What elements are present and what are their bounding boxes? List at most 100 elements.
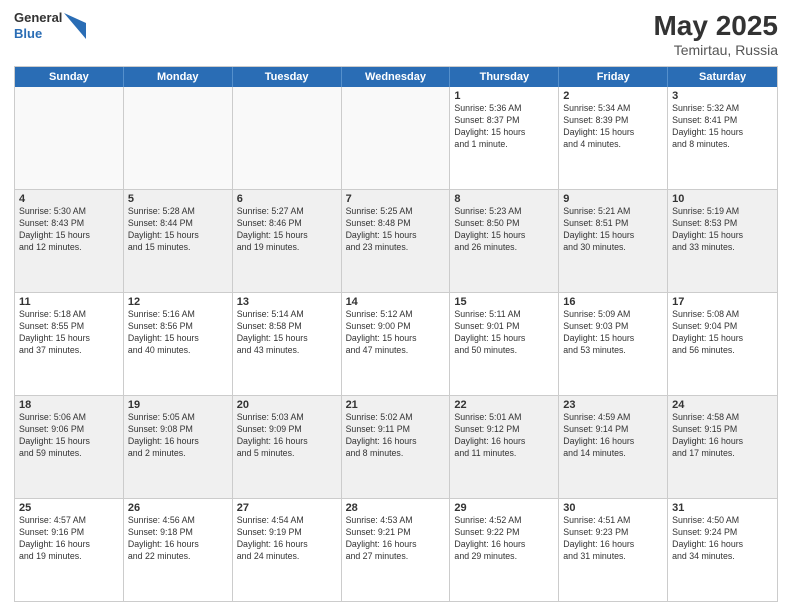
day-number: 6 [237, 193, 337, 205]
cell-info: Sunrise: 5:03 AM Sunset: 9:09 PM Dayligh… [237, 412, 337, 460]
day-number: 23 [563, 399, 663, 411]
calendar-cell: 19Sunrise: 5:05 AM Sunset: 9:08 PM Dayli… [124, 396, 233, 498]
calendar-cell: 18Sunrise: 5:06 AM Sunset: 9:06 PM Dayli… [15, 396, 124, 498]
calendar-cell: 7Sunrise: 5:25 AM Sunset: 8:48 PM Daylig… [342, 190, 451, 292]
logo-text: General Blue [14, 10, 62, 41]
cell-info: Sunrise: 4:57 AM Sunset: 9:16 PM Dayligh… [19, 515, 119, 563]
cell-info: Sunrise: 5:36 AM Sunset: 8:37 PM Dayligh… [454, 103, 554, 151]
cell-info: Sunrise: 5:25 AM Sunset: 8:48 PM Dayligh… [346, 206, 446, 254]
header: General Blue May 2025 Temirtau, Russia [14, 10, 778, 58]
calendar-cell: 11Sunrise: 5:18 AM Sunset: 8:55 PM Dayli… [15, 293, 124, 395]
calendar-row-1: 1Sunrise: 5:36 AM Sunset: 8:37 PM Daylig… [15, 87, 777, 190]
calendar-cell: 5Sunrise: 5:28 AM Sunset: 8:44 PM Daylig… [124, 190, 233, 292]
day-number: 26 [128, 502, 228, 514]
day-number: 25 [19, 502, 119, 514]
cell-info: Sunrise: 4:58 AM Sunset: 9:15 PM Dayligh… [672, 412, 773, 460]
calendar-cell [124, 87, 233, 189]
day-number: 30 [563, 502, 663, 514]
calendar-cell: 27Sunrise: 4:54 AM Sunset: 9:19 PM Dayli… [233, 499, 342, 601]
cell-info: Sunrise: 5:27 AM Sunset: 8:46 PM Dayligh… [237, 206, 337, 254]
cell-info: Sunrise: 5:01 AM Sunset: 9:12 PM Dayligh… [454, 412, 554, 460]
calendar-cell: 2Sunrise: 5:34 AM Sunset: 8:39 PM Daylig… [559, 87, 668, 189]
cell-info: Sunrise: 5:18 AM Sunset: 8:55 PM Dayligh… [19, 309, 119, 357]
cell-info: Sunrise: 4:52 AM Sunset: 9:22 PM Dayligh… [454, 515, 554, 563]
cell-info: Sunrise: 5:30 AM Sunset: 8:43 PM Dayligh… [19, 206, 119, 254]
calendar-cell: 20Sunrise: 5:03 AM Sunset: 9:09 PM Dayli… [233, 396, 342, 498]
cell-info: Sunrise: 5:28 AM Sunset: 8:44 PM Dayligh… [128, 206, 228, 254]
calendar-cell: 30Sunrise: 4:51 AM Sunset: 9:23 PM Dayli… [559, 499, 668, 601]
cell-info: Sunrise: 5:34 AM Sunset: 8:39 PM Dayligh… [563, 103, 663, 151]
cell-info: Sunrise: 5:19 AM Sunset: 8:53 PM Dayligh… [672, 206, 773, 254]
weekday-monday: Monday [124, 67, 233, 87]
calendar-row-3: 11Sunrise: 5:18 AM Sunset: 8:55 PM Dayli… [15, 293, 777, 396]
calendar-cell: 23Sunrise: 4:59 AM Sunset: 9:14 PM Dayli… [559, 396, 668, 498]
page: General Blue May 2025 Temirtau, Russia S… [0, 0, 792, 612]
calendar-cell: 29Sunrise: 4:52 AM Sunset: 9:22 PM Dayli… [450, 499, 559, 601]
calendar-cell [342, 87, 451, 189]
calendar-cell: 12Sunrise: 5:16 AM Sunset: 8:56 PM Dayli… [124, 293, 233, 395]
calendar-cell: 9Sunrise: 5:21 AM Sunset: 8:51 PM Daylig… [559, 190, 668, 292]
cell-info: Sunrise: 5:09 AM Sunset: 9:03 PM Dayligh… [563, 309, 663, 357]
logo: General Blue [14, 10, 86, 41]
calendar-cell: 16Sunrise: 5:09 AM Sunset: 9:03 PM Dayli… [559, 293, 668, 395]
calendar-cell: 6Sunrise: 5:27 AM Sunset: 8:46 PM Daylig… [233, 190, 342, 292]
day-number: 18 [19, 399, 119, 411]
cell-info: Sunrise: 5:08 AM Sunset: 9:04 PM Dayligh… [672, 309, 773, 357]
cell-info: Sunrise: 5:11 AM Sunset: 9:01 PM Dayligh… [454, 309, 554, 357]
cell-info: Sunrise: 5:02 AM Sunset: 9:11 PM Dayligh… [346, 412, 446, 460]
calendar-row-4: 18Sunrise: 5:06 AM Sunset: 9:06 PM Dayli… [15, 396, 777, 499]
calendar-cell: 24Sunrise: 4:58 AM Sunset: 9:15 PM Dayli… [668, 396, 777, 498]
day-number: 11 [19, 296, 119, 308]
calendar-cell: 25Sunrise: 4:57 AM Sunset: 9:16 PM Dayli… [15, 499, 124, 601]
cell-info: Sunrise: 5:16 AM Sunset: 8:56 PM Dayligh… [128, 309, 228, 357]
calendar-cell: 13Sunrise: 5:14 AM Sunset: 8:58 PM Dayli… [233, 293, 342, 395]
weekday-tuesday: Tuesday [233, 67, 342, 87]
calendar-cell: 8Sunrise: 5:23 AM Sunset: 8:50 PM Daylig… [450, 190, 559, 292]
calendar-cell: 17Sunrise: 5:08 AM Sunset: 9:04 PM Dayli… [668, 293, 777, 395]
calendar-row-2: 4Sunrise: 5:30 AM Sunset: 8:43 PM Daylig… [15, 190, 777, 293]
cell-info: Sunrise: 5:05 AM Sunset: 9:08 PM Dayligh… [128, 412, 228, 460]
day-number: 13 [237, 296, 337, 308]
day-number: 20 [237, 399, 337, 411]
day-number: 12 [128, 296, 228, 308]
calendar: Sunday Monday Tuesday Wednesday Thursday… [14, 66, 778, 602]
weekday-thursday: Thursday [450, 67, 559, 87]
day-number: 17 [672, 296, 773, 308]
calendar-cell: 21Sunrise: 5:02 AM Sunset: 9:11 PM Dayli… [342, 396, 451, 498]
day-number: 15 [454, 296, 554, 308]
day-number: 5 [128, 193, 228, 205]
cell-info: Sunrise: 4:53 AM Sunset: 9:21 PM Dayligh… [346, 515, 446, 563]
day-number: 4 [19, 193, 119, 205]
calendar-header: Sunday Monday Tuesday Wednesday Thursday… [15, 67, 777, 87]
calendar-cell: 28Sunrise: 4:53 AM Sunset: 9:21 PM Dayli… [342, 499, 451, 601]
day-number: 22 [454, 399, 554, 411]
calendar-row-5: 25Sunrise: 4:57 AM Sunset: 9:16 PM Dayli… [15, 499, 777, 601]
day-number: 8 [454, 193, 554, 205]
cell-info: Sunrise: 4:54 AM Sunset: 9:19 PM Dayligh… [237, 515, 337, 563]
calendar-cell: 22Sunrise: 5:01 AM Sunset: 9:12 PM Dayli… [450, 396, 559, 498]
day-number: 29 [454, 502, 554, 514]
cell-info: Sunrise: 5:12 AM Sunset: 9:00 PM Dayligh… [346, 309, 446, 357]
day-number: 7 [346, 193, 446, 205]
day-number: 31 [672, 502, 773, 514]
cell-info: Sunrise: 5:32 AM Sunset: 8:41 PM Dayligh… [672, 103, 773, 151]
cell-info: Sunrise: 4:50 AM Sunset: 9:24 PM Dayligh… [672, 515, 773, 563]
cell-info: Sunrise: 4:56 AM Sunset: 9:18 PM Dayligh… [128, 515, 228, 563]
weekday-friday: Friday [559, 67, 668, 87]
title-location: Temirtau, Russia [653, 42, 778, 58]
weekday-sunday: Sunday [15, 67, 124, 87]
calendar-cell [15, 87, 124, 189]
calendar-cell: 3Sunrise: 5:32 AM Sunset: 8:41 PM Daylig… [668, 87, 777, 189]
day-number: 2 [563, 90, 663, 102]
logo-blue: Blue [14, 26, 62, 42]
calendar-cell: 10Sunrise: 5:19 AM Sunset: 8:53 PM Dayli… [668, 190, 777, 292]
calendar-body: 1Sunrise: 5:36 AM Sunset: 8:37 PM Daylig… [15, 87, 777, 601]
calendar-cell: 14Sunrise: 5:12 AM Sunset: 9:00 PM Dayli… [342, 293, 451, 395]
day-number: 9 [563, 193, 663, 205]
day-number: 19 [128, 399, 228, 411]
weekday-saturday: Saturday [668, 67, 777, 87]
calendar-cell: 26Sunrise: 4:56 AM Sunset: 9:18 PM Dayli… [124, 499, 233, 601]
title-month: May 2025 [653, 10, 778, 42]
day-number: 16 [563, 296, 663, 308]
day-number: 3 [672, 90, 773, 102]
